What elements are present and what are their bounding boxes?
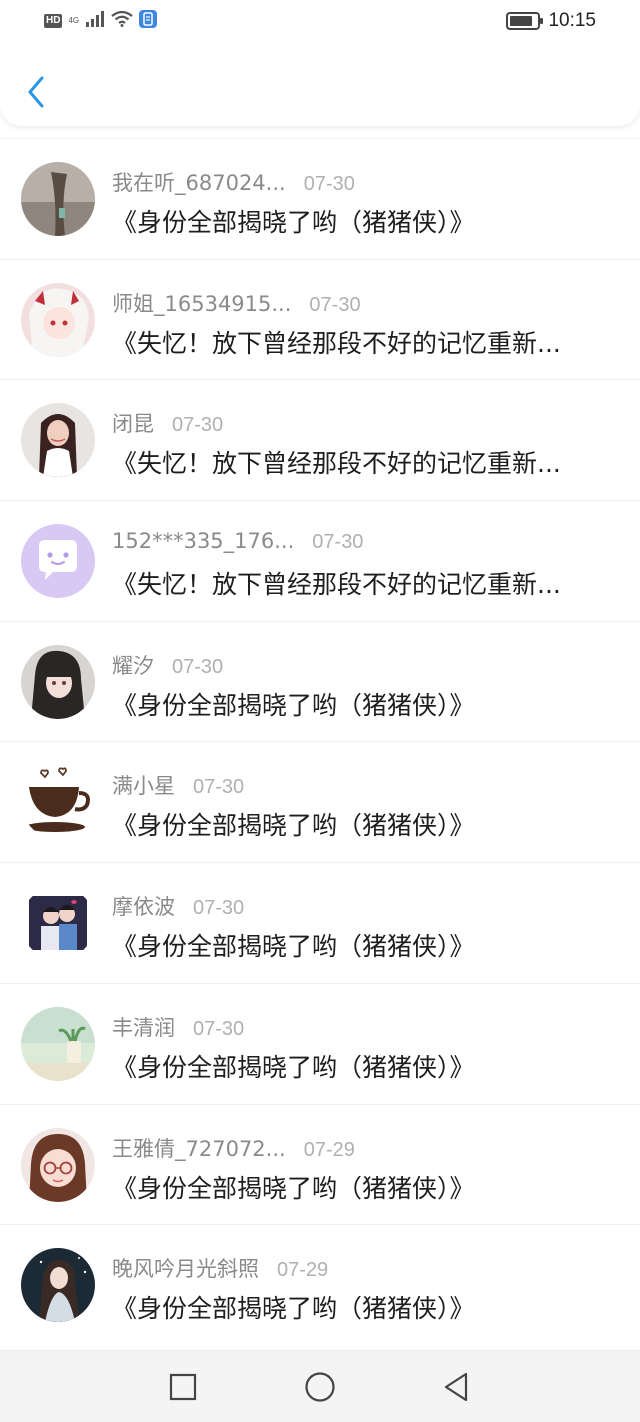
battery-icon [506, 12, 544, 30]
square-icon [169, 1373, 197, 1401]
list-item[interactable]: 晚风吟月光斜照 07-29 《身份全部揭晓了哟（猪猪侠）》 [0, 1224, 640, 1345]
item-meta: 师姐_16534915... 07-30 [112, 288, 361, 318]
status-bar: HD 4G 10:15 [0, 0, 640, 44]
username[interactable]: 摩依波 [112, 891, 175, 921]
item-title[interactable]: 《身份全部揭晓了哟（猪猪侠）》 [112, 806, 612, 842]
avatar-dark-hair-icon [21, 644, 95, 719]
date: 07-30 [193, 897, 245, 920]
list-item[interactable]: 丰清润 07-30 《身份全部揭晓了哟（猪猪侠）》 [0, 982, 640, 1104]
username[interactable]: 耀汐 [112, 650, 154, 680]
list-item[interactable]: 152***335_176... 07-30 《失忆！放下曾经那段不好的记忆重新… [0, 500, 640, 621]
username[interactable]: 师姐_16534915... [112, 288, 291, 318]
item-meta: 晚风吟月光斜照 07-29 [112, 1253, 328, 1283]
username[interactable]: 闭昆 [112, 408, 154, 438]
item-meta: 摩依波 07-30 [112, 891, 244, 921]
home-button[interactable] [296, 1365, 344, 1409]
list-item[interactable]: 耀汐 07-30 《身份全部揭晓了哟（猪猪侠）》 [0, 620, 640, 742]
date: 07-30 [193, 1017, 245, 1040]
item-title[interactable]: 《失忆！放下曾经那段不好的记忆重新... [112, 444, 612, 480]
back-button[interactable] [18, 70, 54, 114]
username[interactable]: 丰清润 [112, 1012, 175, 1042]
item-title[interactable]: 《失忆！放下曾经那段不好的记忆重新... [112, 324, 612, 360]
avatar-default-chat-icon [21, 524, 95, 599]
avatar-couple-icon [21, 886, 95, 961]
network-type: 4G [68, 16, 80, 25]
system-nav-bar [0, 1350, 640, 1422]
signal-icon [85, 11, 105, 31]
item-title[interactable]: 《身份全部揭晓了哟（猪猪侠）》 [112, 1048, 612, 1084]
item-title[interactable]: 《身份全部揭晓了哟（猪猪侠）》 [112, 1169, 612, 1205]
status-right: 10:15 [506, 10, 596, 32]
hd-badge: HD [44, 14, 63, 28]
clock: 10:15 [548, 10, 596, 31]
avatar[interactable] [21, 282, 95, 357]
avatar[interactable] [21, 1127, 95, 1202]
avatar-tree-icon [21, 162, 95, 236]
date: 07-29 [277, 1259, 329, 1282]
item-meta: 耀汐 07-30 [112, 650, 223, 680]
item-title[interactable]: 《身份全部揭晓了哟（猪猪侠）》 [112, 927, 612, 963]
avatar[interactable] [21, 403, 95, 478]
recent-apps-button[interactable] [159, 1365, 207, 1409]
avatar-coffee-cup-icon [21, 765, 95, 840]
date: 07-30 [172, 655, 224, 678]
avatar-plant-icon [21, 1006, 95, 1081]
list-item[interactable]: 闭昆 07-30 《失忆！放下曾经那段不好的记忆重新... [0, 379, 640, 500]
app-notification-icon [139, 10, 158, 32]
username[interactable]: 满小星 [112, 770, 175, 800]
circle-icon [305, 1372, 335, 1402]
item-meta: 152***335_176... 07-30 [112, 529, 363, 554]
avatar[interactable] [21, 765, 95, 840]
item-meta: 丰清润 07-30 [112, 1012, 244, 1042]
date: 07-30 [312, 531, 364, 554]
date: 07-30 [193, 776, 245, 799]
list-item[interactable]: 王雅倩_727072... 07-29 《身份全部揭晓了哟（猪猪侠）》 [0, 1103, 640, 1225]
item-meta: 我在听_687024... 07-30 [112, 167, 355, 197]
list-item[interactable]: 师姐_16534915... 07-30 《失忆！放下曾经那段不好的记忆重新..… [0, 258, 640, 380]
avatar-night-girl-icon [21, 1248, 95, 1323]
avatar[interactable] [21, 524, 95, 599]
triangle-back-icon [444, 1372, 468, 1402]
item-meta: 闭昆 07-30 [112, 408, 223, 438]
item-title[interactable]: 《身份全部揭晓了哟（猪猪侠）》 [112, 203, 612, 239]
avatar[interactable] [21, 1006, 95, 1081]
back-nav-button[interactable] [432, 1365, 480, 1409]
item-meta: 满小星 07-30 [112, 770, 244, 800]
status-left: HD 4G [44, 10, 158, 32]
item-title[interactable]: 《失忆！放下曾经那段不好的记忆重新... [112, 565, 612, 601]
date: 07-30 [303, 173, 355, 195]
date: 07-30 [309, 293, 361, 316]
list-item[interactable]: 我在听_687024... 07-30 《身份全部揭晓了哟（猪猪侠）》 [0, 138, 640, 259]
username[interactable]: 152***335_176... [112, 529, 294, 553]
avatar[interactable] [21, 644, 95, 719]
avatar[interactable] [21, 1248, 95, 1323]
date: 07-30 [172, 414, 224, 437]
avatar[interactable] [21, 162, 95, 236]
message-list: 我在听_687024... 07-30 《身份全部揭晓了哟（猪猪侠）》 师姐_1… [0, 138, 640, 1345]
avatar-photo-girl-icon [21, 403, 95, 478]
avatar-anime-girl-icon [21, 282, 95, 357]
username[interactable]: 我在听_687024... [112, 167, 286, 197]
wifi-icon [111, 10, 133, 31]
date: 07-29 [303, 1138, 355, 1161]
list-item[interactable]: 满小星 07-30 《身份全部揭晓了哟（猪猪侠）》 [0, 741, 640, 862]
avatar-glasses-girl-icon [21, 1127, 95, 1202]
item-title[interactable]: 《身份全部揭晓了哟（猪猪侠）》 [112, 686, 612, 722]
item-title[interactable]: 《身份全部揭晓了哟（猪猪侠）》 [112, 1289, 612, 1325]
username[interactable]: 晚风吟月光斜照 [112, 1253, 259, 1283]
username[interactable]: 王雅倩_727072... [112, 1133, 286, 1163]
item-meta: 王雅倩_727072... 07-29 [112, 1133, 355, 1163]
top-header: HD 4G 10:15 [0, 0, 640, 126]
chevron-left-icon [28, 76, 44, 108]
avatar[interactable] [21, 886, 95, 961]
list-item[interactable]: 摩依波 07-30 《身份全部揭晓了哟（猪猪侠）》 [0, 862, 640, 983]
